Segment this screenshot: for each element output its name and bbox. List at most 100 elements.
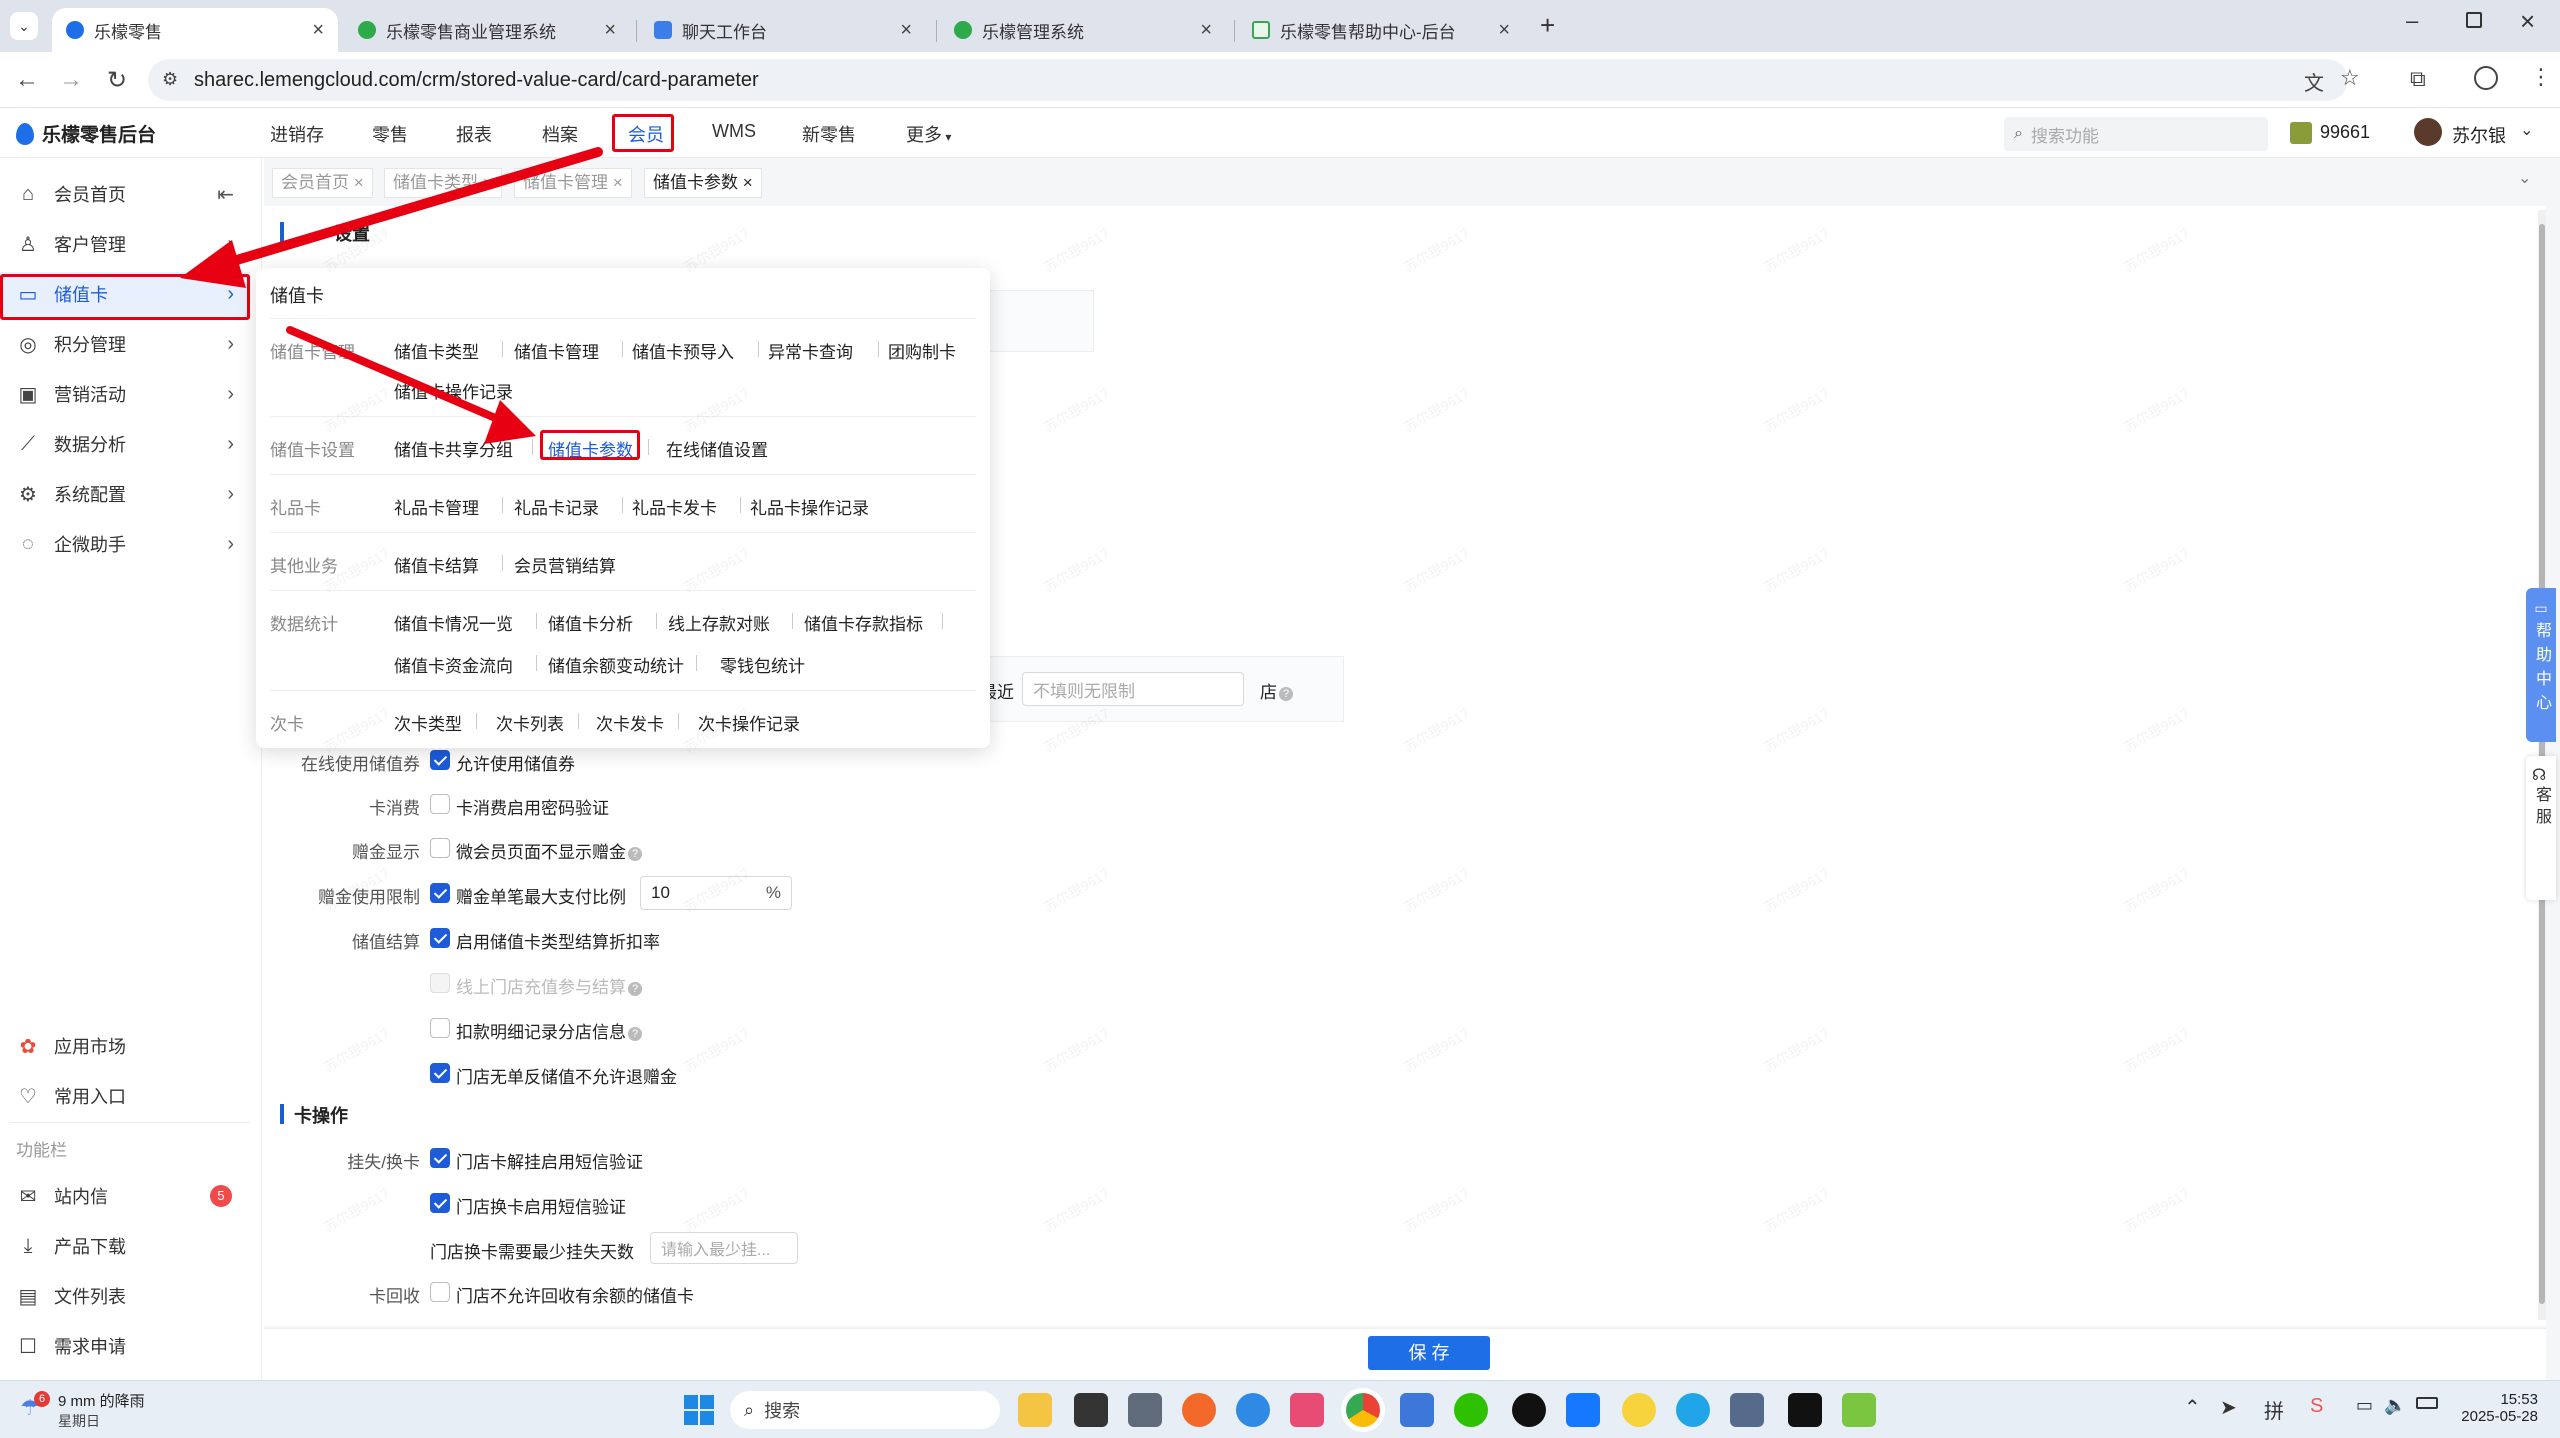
box-app-icon[interactable] [1730, 1393, 1764, 1427]
topnav-more[interactable]: 更多 ▾ [906, 121, 951, 147]
clock[interactable]: 15:53 2025-05-28 [2456, 1391, 2538, 1425]
close-icon[interactable]: × [1498, 19, 1510, 42]
save-button[interactable]: 保 存 [1368, 1336, 1490, 1370]
checkbox-type-discount[interactable] [430, 928, 450, 948]
sidebar-item-points[interactable]: ◎ 积分管理 › [0, 322, 250, 366]
windows-start-icon[interactable] [684, 1395, 714, 1425]
user-name[interactable]: 苏尔银 [2452, 122, 2506, 148]
menu-link-share-group[interactable]: 储值卡共享分组 [394, 436, 513, 461]
address-bar[interactable]: ⚙ sharec.lemengcloud.com/crm/stored-valu… [148, 59, 2360, 101]
menu-link-gift-records[interactable]: 礼品卡记录 [514, 494, 599, 519]
bee-app-icon[interactable] [1622, 1393, 1656, 1427]
menu-link-gift-op-log[interactable]: 礼品卡操作记录 [750, 494, 869, 519]
taskbar-search[interactable]: ⌕ 搜索 [730, 1391, 1000, 1429]
menu-link-deposit-index[interactable]: 储值卡存款指标 [804, 610, 923, 635]
sidebar-item-messages[interactable]: ✉ 站内信 5 [0, 1174, 250, 1218]
points-value[interactable]: 99661 [2320, 122, 2370, 143]
menu-link-online-deposit-recon[interactable]: 线上存款对账 [668, 610, 770, 635]
new-tab-button[interactable]: + [1540, 10, 1555, 41]
help-question-icon[interactable]: ? [1279, 687, 1293, 701]
search-function-input[interactable]: ⌕ 搜索功能 [2004, 117, 2268, 151]
menu-link-card-settlement[interactable]: 储值卡结算 [394, 552, 479, 577]
wechat-icon[interactable] [1454, 1393, 1488, 1427]
app-cube-icon[interactable] [1074, 1393, 1108, 1427]
green-app-icon[interactable] [1842, 1393, 1876, 1427]
menu-link-online-recharge[interactable]: 在线储值设置 [666, 436, 768, 461]
sidebar-item-app-market[interactable]: ✿ 应用市场 [0, 1024, 250, 1068]
restore-button[interactable] [2466, 12, 2482, 28]
tray-battery-icon[interactable] [2416, 1397, 2438, 1409]
network-app-icon[interactable] [1676, 1393, 1710, 1427]
tray-location-icon[interactable]: ➤ [2220, 1395, 2237, 1420]
menu-link-balance-change[interactable]: 储值余额变动统计 [548, 652, 684, 677]
sidebar-item-member-home[interactable]: ⌂ 会员首页 ⇤ [0, 172, 250, 216]
chat-search-icon[interactable] [1236, 1393, 1270, 1427]
checkbox-consume-password[interactable] [430, 794, 450, 814]
menu-link-card-management[interactable]: 储值卡管理 [514, 338, 599, 363]
qq-icon[interactable] [1512, 1393, 1546, 1427]
customer-service-button[interactable]: ☊ 客服 [2526, 756, 2556, 900]
page-tab-card-management[interactable]: 储值卡管理 × [514, 168, 632, 198]
topnav-retail[interactable]: 零售 [372, 121, 408, 147]
tab-list-dropdown[interactable]: ⌄ [10, 12, 38, 40]
avatar[interactable] [2414, 118, 2442, 146]
menu-link-times-card-type[interactable]: 次卡类型 [394, 710, 462, 735]
menu-link-card-analysis[interactable]: 储值卡分析 [548, 610, 633, 635]
tabs-dropdown-icon[interactable]: ⌄ [2518, 168, 2531, 188]
checkbox-allow-coupon[interactable] [430, 750, 450, 770]
checkbox-bonus-max-ratio[interactable] [430, 883, 450, 903]
close-icon[interactable]: × [354, 173, 364, 192]
feishu-icon[interactable] [1566, 1393, 1600, 1427]
chrome-icon[interactable] [1346, 1393, 1380, 1427]
checkbox-replace-sms[interactable] [430, 1193, 450, 1213]
checkbox-no-refund-bonus[interactable] [430, 1063, 450, 1083]
sidebar-item-system-config[interactable]: ⚙ 系统配置 › [0, 472, 250, 516]
app-logo[interactable]: 乐檬零售后台 [16, 120, 156, 147]
help-center-button[interactable]: ▭ 帮助中心 [2526, 588, 2556, 742]
menu-link-times-card-list[interactable]: 次卡列表 [496, 710, 564, 735]
sidebar-item-wecom-assistant[interactable]: ◌ 企微助手 › [0, 522, 250, 566]
close-icon[interactable]: × [312, 19, 324, 42]
pinned-app-icon[interactable] [1290, 1393, 1324, 1427]
menu-link-group-card[interactable]: 团购制卡 [888, 338, 956, 363]
sidebar-item-customer[interactable]: ♙ 客户管理 › [0, 222, 250, 266]
topnav-new-retail[interactable]: 新零售 [802, 121, 856, 147]
topnav-wms[interactable]: WMS [712, 121, 756, 142]
help-question-icon[interactable]: ? [628, 1027, 642, 1041]
menu-link-card-type[interactable]: 储值卡类型 [394, 338, 479, 363]
calculator-icon[interactable] [1128, 1393, 1162, 1427]
chevron-down-icon[interactable]: ⌄ [2520, 120, 2533, 140]
forward-icon[interactable]: → [56, 66, 86, 94]
menu-link-marketing-settlement[interactable]: 会员营销结算 [514, 552, 616, 577]
browser-tab-4[interactable]: 乐檬管理系统 × [940, 8, 1226, 52]
checkbox-hide-bonus[interactable] [430, 838, 450, 858]
checkbox-deduct-branch-info[interactable] [430, 1018, 450, 1038]
reload-icon[interactable]: ↻ [102, 66, 132, 95]
menu-link-times-card-issue[interactable]: 次卡发卡 [596, 710, 664, 735]
file-explorer-icon[interactable] [1018, 1393, 1052, 1427]
menu-link-gift-management[interactable]: 礼品卡管理 [394, 494, 479, 519]
checkbox-unlock-sms[interactable] [430, 1148, 450, 1168]
extensions-icon[interactable]: ⧉ [2410, 66, 2426, 92]
close-icon[interactable]: × [483, 173, 493, 192]
menu-link-abnormal-card[interactable]: 异常卡查询 [768, 338, 853, 363]
tray-overflow-icon[interactable]: ⌃ [2184, 1395, 2201, 1420]
close-icon[interactable]: × [743, 173, 753, 192]
sidebar-item-files[interactable]: ▤ 文件列表 [0, 1274, 250, 1318]
menu-link-fund-flow[interactable]: 储值卡资金流向 [394, 652, 513, 677]
close-icon[interactable]: × [900, 19, 912, 42]
recent-limit-input[interactable]: 不填则无限制 [1022, 672, 1244, 706]
tray-input-icon[interactable]: 拼 [2264, 1395, 2284, 1424]
sidebar-item-downloads[interactable]: ⤓ 产品下载 [0, 1224, 250, 1268]
checkbox-no-recycle-balance[interactable] [430, 1282, 450, 1302]
help-question-icon[interactable]: ? [628, 982, 642, 996]
help-question-icon[interactable]: ? [628, 847, 642, 861]
page-tab-card-parameter[interactable]: 储值卡参数 × [644, 168, 762, 198]
menu-link-card-overview[interactable]: 储值卡情况一览 [394, 610, 513, 635]
profile-icon[interactable] [2474, 66, 2498, 90]
topnav-inventory[interactable]: 进销存 [270, 121, 324, 147]
page-tab-card-type[interactable]: 储值卡类型 × [384, 168, 502, 198]
bookmark-star-icon[interactable]: ☆ [2340, 65, 2360, 91]
menu-link-gift-issue[interactable]: 礼品卡发卡 [632, 494, 717, 519]
browser-menu-icon[interactable]: ⋮ [2530, 64, 2552, 90]
